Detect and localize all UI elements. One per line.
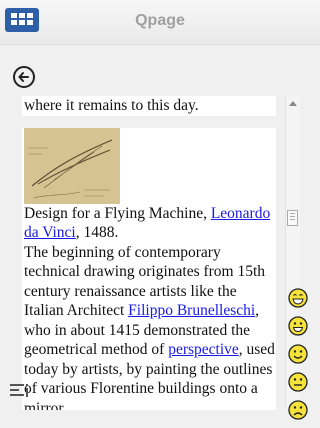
grinning-emoji-icon[interactable]: [288, 316, 308, 336]
neutral-emoji-icon[interactable]: [288, 372, 308, 392]
brunelleschi-link[interactable]: Filippo Brunelleschi: [128, 302, 255, 319]
scroll-up-icon[interactable]: [289, 101, 297, 106]
drag-handle-icon[interactable]: [10, 382, 30, 398]
article-text-top: where it remains to this day.: [24, 97, 199, 114]
flying-machine-image[interactable]: [24, 127, 120, 204]
caption-text: Design for a Flying Machine,: [24, 204, 211, 222]
top-bar: Qpage: [0, 0, 320, 45]
article-paragraph: The beginning of contemporary technical …: [22, 243, 276, 411]
perspective-link[interactable]: perspective: [168, 341, 239, 358]
back-arrow-icon[interactable]: [13, 66, 35, 88]
app-title: Qpage: [135, 12, 185, 29]
laughing-emoji-icon[interactable]: [288, 288, 308, 308]
emoji-panel: [288, 288, 310, 428]
article-content: where it remains to this day. Design for…: [22, 96, 276, 410]
caption-year: , 1488.: [75, 224, 119, 241]
smiling-emoji-icon[interactable]: [288, 344, 308, 364]
image-caption: Design for a Flying Machine, Leonardo da…: [22, 204, 276, 243]
section-divider: [22, 115, 276, 128]
scrollbar-thumb[interactable]: [287, 210, 298, 226]
sad-emoji-icon[interactable]: [288, 400, 308, 420]
